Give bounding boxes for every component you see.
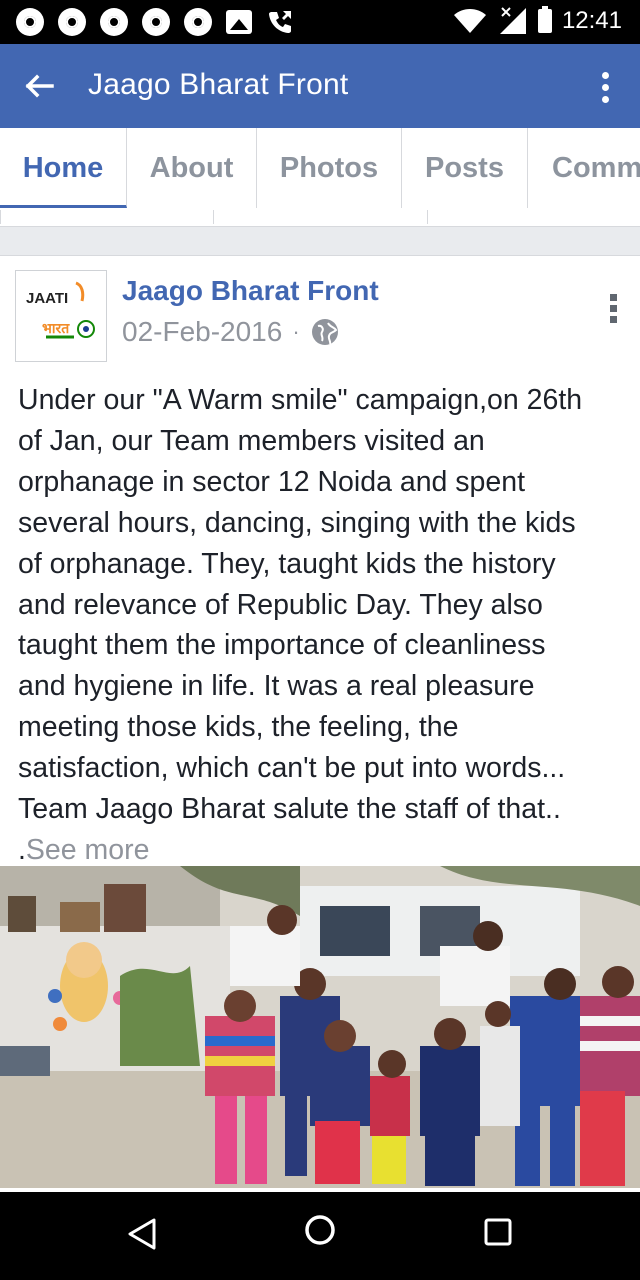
gallery-icon: [226, 10, 252, 34]
tab-photos[interactable]: Photos: [257, 128, 402, 208]
tab-community[interactable]: Comm: [528, 128, 640, 208]
post-meta: 02-Feb-2016 ·: [122, 316, 340, 348]
post-photo[interactable]: [0, 866, 640, 1188]
meta-separator: ·: [292, 319, 300, 344]
chrome-icon: [100, 8, 128, 36]
post-line: and relevance of Republic Day. They also: [18, 588, 543, 621]
post-line: meeting those kids, the feeling, the: [18, 711, 459, 744]
see-more-line: .See more: [18, 830, 630, 871]
chrome-icon: [142, 8, 170, 36]
tab-home[interactable]: Home: [0, 128, 127, 208]
chrome-icon: [184, 8, 212, 36]
notification-icons: [16, 8, 294, 36]
post-line: of Jan, our Team members visited an: [18, 424, 485, 457]
chrome-icon: [58, 8, 86, 36]
post-line: of orphanage. They, taught kids the hist…: [18, 547, 556, 580]
tab-about[interactable]: About: [127, 128, 257, 208]
avatar-text: JAATI: [26, 290, 68, 307]
post-line: Team Jaago Bharat salute the staff of th…: [18, 793, 561, 826]
section-divider: [0, 226, 640, 256]
tab-posts[interactable]: Posts: [402, 128, 528, 208]
post-line: Under our "A Warm smile" campaign,on 26t…: [18, 384, 583, 416]
nav-home-icon[interactable]: [304, 1214, 336, 1246]
clock: 12:41: [561, 7, 622, 34]
see-more-prefix: .: [18, 833, 26, 866]
post-line: satisfaction, which can't be put into wo…: [18, 752, 566, 785]
post-line: orphanage in sector 12 Noida and spent: [18, 465, 526, 498]
nav-recents-icon[interactable]: [484, 1218, 512, 1246]
signal-icon: [499, 7, 526, 34]
app-bar: Jaago Bharat Front: [0, 44, 640, 128]
page-tabs: Home About Photos Posts Comm: [0, 128, 640, 211]
phone-icon: [269, 11, 291, 33]
post-line: several hours, dancing, singing with the…: [18, 506, 576, 539]
tab-dividers: [0, 210, 640, 226]
globe-icon: [311, 319, 338, 345]
page-logo: JAATI भारत: [26, 281, 95, 339]
status-bar: 12:41: [0, 0, 640, 44]
post-body: Under our "A Warm smile" campaign,on 26t…: [18, 380, 630, 871]
system-nav-bar: [0, 1192, 640, 1280]
arrow-left-icon[interactable]: [24, 72, 56, 100]
post-author[interactable]: Jaago Bharat Front: [122, 275, 379, 307]
avatar[interactable]: JAATI भारत: [15, 270, 107, 362]
chrome-icon: [16, 8, 44, 36]
nav-back-icon[interactable]: [126, 1216, 158, 1252]
svg-text:भारत: भारत: [42, 320, 70, 336]
group-photo-illustration: [0, 866, 640, 1188]
post-options-icon[interactable]: [610, 294, 618, 326]
more-vertical-icon[interactable]: [602, 72, 610, 104]
post-line: and hygiene in life. It was a real pleas…: [18, 670, 535, 703]
wifi-icon: [453, 9, 486, 33]
post-date[interactable]: 02-Feb-2016: [122, 316, 282, 348]
post-line: taught them the importance of cleanlines…: [18, 629, 546, 662]
page-title: Jaago Bharat Front: [88, 68, 349, 101]
battery-icon: [537, 6, 552, 33]
see-more-link[interactable]: See more: [26, 834, 150, 866]
